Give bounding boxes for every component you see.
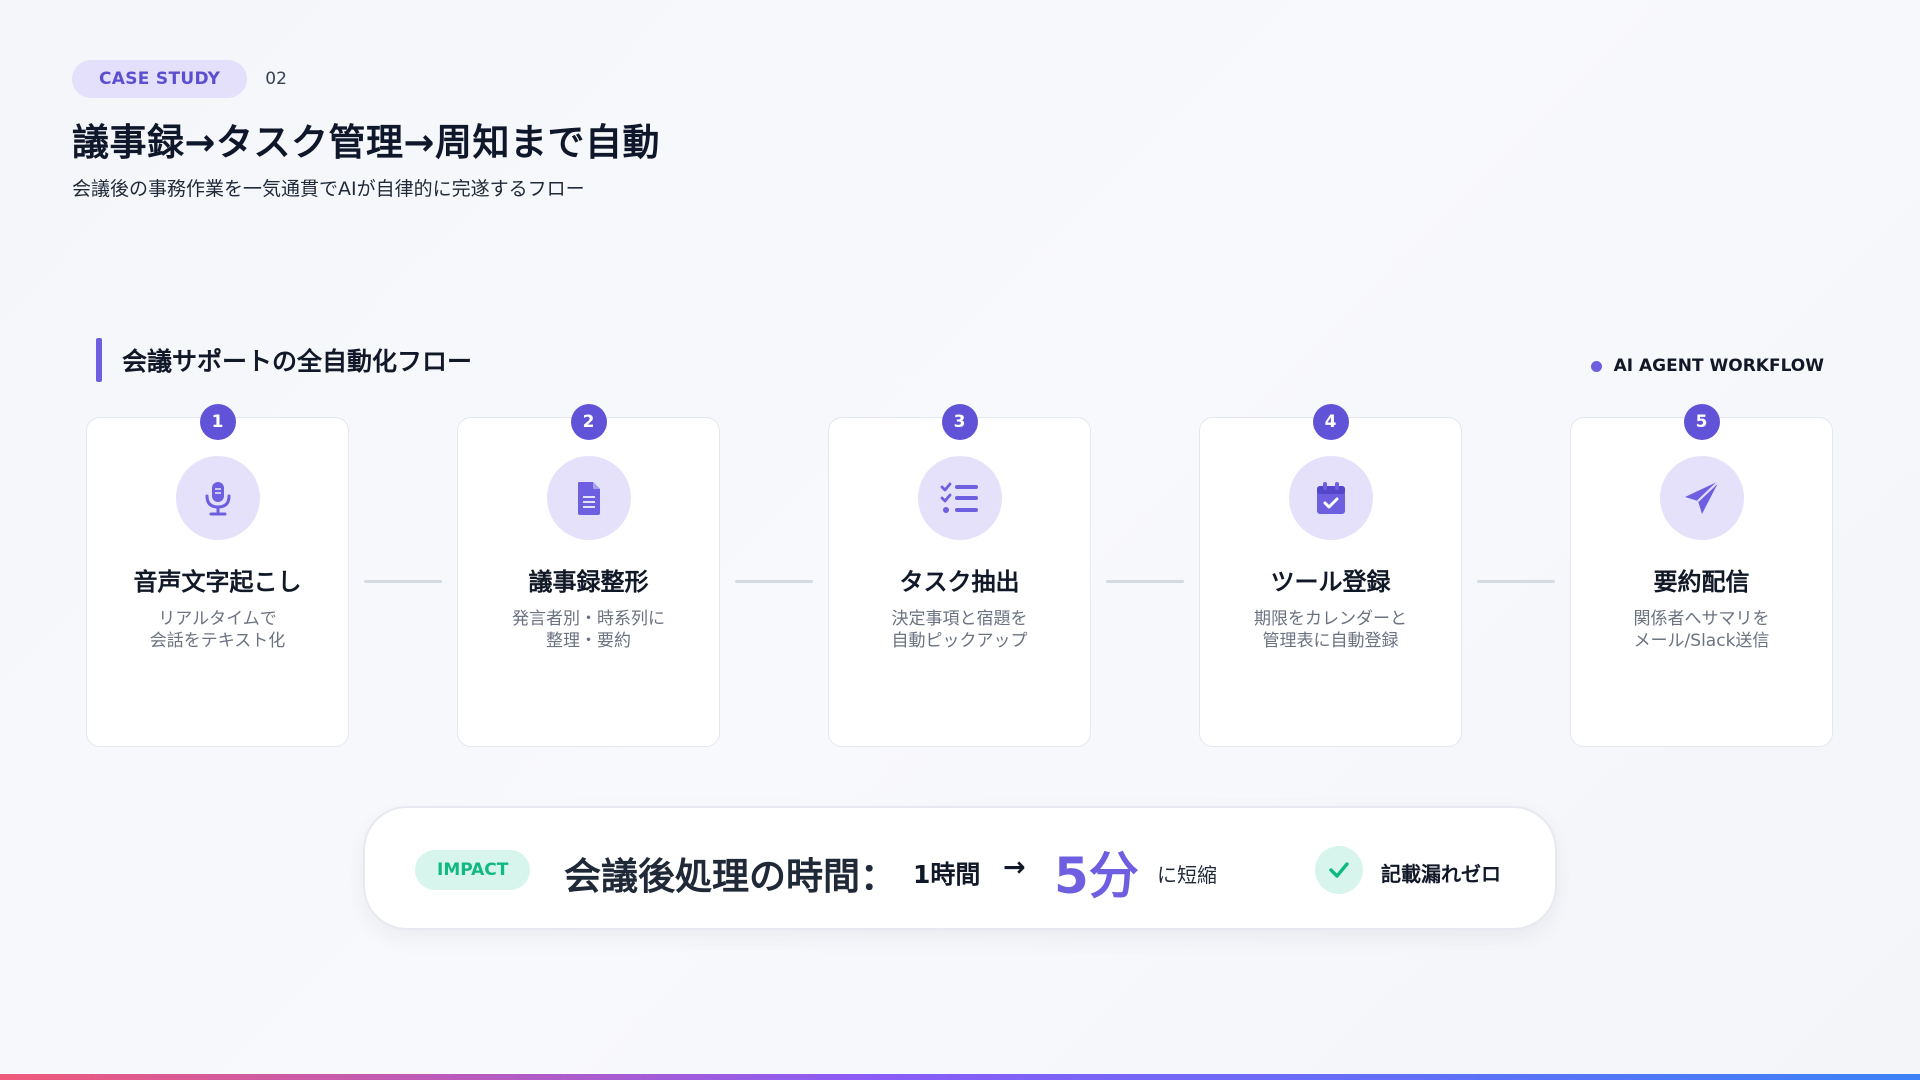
impact-zero-omissions: 記載漏れゼロ bbox=[1381, 862, 1501, 886]
impact-suffix: に短縮 bbox=[1157, 863, 1217, 887]
section-heading: 会議サポートの全自動化フロー bbox=[96, 338, 472, 382]
check-icon bbox=[1329, 862, 1349, 878]
step-title: 要約配信 bbox=[1653, 568, 1750, 596]
step-title: ツール登録 bbox=[1270, 568, 1391, 596]
icon-circle bbox=[546, 456, 631, 540]
step-card-5: 5 要約配信 関係者へサマリを メール/Slack送信 bbox=[1570, 404, 1833, 747]
step-number-badge: 5 bbox=[1683, 404, 1720, 440]
step-number-badge: 2 bbox=[570, 404, 607, 440]
section-accent-bar bbox=[96, 338, 102, 382]
workflow-tag: AI AGENT WORKFLOW bbox=[1590, 356, 1824, 376]
checklist-icon bbox=[940, 482, 978, 513]
bottom-gradient-stripe bbox=[0, 1074, 1920, 1080]
case-row: CASE STUDY 02 bbox=[72, 60, 660, 98]
impact-badge: IMPACT bbox=[415, 850, 531, 890]
document-icon bbox=[577, 482, 600, 515]
step-title: タスク抽出 bbox=[899, 568, 1020, 596]
step-description: 決定事項と宿題を 自動ピックアップ bbox=[839, 608, 1080, 652]
step-description-line: 期限をカレンダーと bbox=[1254, 609, 1407, 629]
step-connector bbox=[1106, 580, 1184, 583]
step-description-line: メール/Slack送信 bbox=[1633, 631, 1770, 651]
impact-banner: IMPACT 会議後処理の時間： 1時間 → 5分 に短縮 記載漏れゼロ bbox=[363, 806, 1557, 930]
step-description-line: 決定事項と宿題を bbox=[891, 609, 1028, 629]
step-number-badge: 3 bbox=[941, 404, 978, 440]
step-description: リアルタイムで 会話をテキスト化 bbox=[97, 608, 338, 652]
icon-circle bbox=[175, 456, 260, 540]
step-description: 期限をカレンダーと 管理表に自動登録 bbox=[1210, 608, 1451, 652]
step-description-line: 自動ピックアップ bbox=[891, 631, 1028, 651]
workflow-dot-icon bbox=[1590, 360, 1602, 372]
step-description-line: 発言者別・時系列に bbox=[512, 609, 665, 629]
case-study-badge: CASE STUDY bbox=[72, 60, 248, 98]
step-description-line: 会話をテキスト化 bbox=[149, 631, 286, 651]
microphone-icon bbox=[205, 482, 230, 516]
icon-circle bbox=[1659, 456, 1744, 540]
impact-before-value: 1時間 bbox=[913, 860, 981, 889]
impact-label: 会議後処理の時間： bbox=[564, 855, 897, 898]
step-card-2: 2 議事録整形 発言者別・時系列に 整理・要約 bbox=[457, 404, 720, 747]
workflow-label: AI AGENT WORKFLOW bbox=[1613, 356, 1824, 376]
step-number-badge: 4 bbox=[1312, 404, 1349, 440]
impact-after-value: 5分 bbox=[1054, 847, 1139, 905]
step-title: 議事録整形 bbox=[528, 568, 649, 596]
page-title: 議事録→タスク管理→周知まで自動 bbox=[72, 121, 661, 164]
step-connector bbox=[1477, 580, 1555, 583]
step-description-line: 整理・要約 bbox=[546, 631, 631, 651]
icon-circle bbox=[1288, 456, 1373, 540]
step-description-line: リアルタイムで bbox=[158, 609, 277, 629]
step-connector bbox=[735, 580, 813, 583]
step-title: 音声文字起こし bbox=[133, 568, 302, 596]
impact-check-circle bbox=[1315, 846, 1363, 894]
step-number-badge: 1 bbox=[199, 404, 236, 440]
arrow-right-icon: → bbox=[1003, 852, 1026, 883]
step-description: 関係者へサマリを メール/Slack送信 bbox=[1581, 608, 1822, 652]
step-card-3: 3 タスク抽出 決定事項と宿題を 自動ピックアップ bbox=[828, 404, 1091, 747]
step-description-line: 関係者へサマリを bbox=[1633, 609, 1770, 629]
step-description: 発言者別・時系列に 整理・要約 bbox=[468, 608, 709, 652]
case-number: 02 bbox=[265, 69, 287, 89]
paper-plane-icon bbox=[1684, 480, 1720, 514]
step-card-1: 1 音声文字起こし リアルタイムで 会話をテキスト化 bbox=[86, 404, 349, 747]
step-description-line: 管理表に自動登録 bbox=[1262, 631, 1399, 651]
section-title: 会議サポートの全自動化フロー bbox=[122, 347, 473, 376]
workflow-steps: 1 音声文字起こし リアルタイムで 会話をテキスト化 2 議事録整形 発言者別・… bbox=[86, 404, 1834, 747]
page-subtitle: 会議後の事務作業を一気通貫でAIが自律的に完遂するフロー bbox=[72, 178, 585, 200]
icon-circle bbox=[917, 456, 1002, 540]
step-connector bbox=[364, 580, 442, 583]
calendar-check-icon bbox=[1316, 482, 1345, 514]
step-card-4: 4 ツール登録 期限をカレンダーと 管理表に自動登録 bbox=[1199, 404, 1462, 747]
header: CASE STUDY 02 議事録→タスク管理→周知まで自動 会議後の事務作業を… bbox=[72, 60, 660, 201]
